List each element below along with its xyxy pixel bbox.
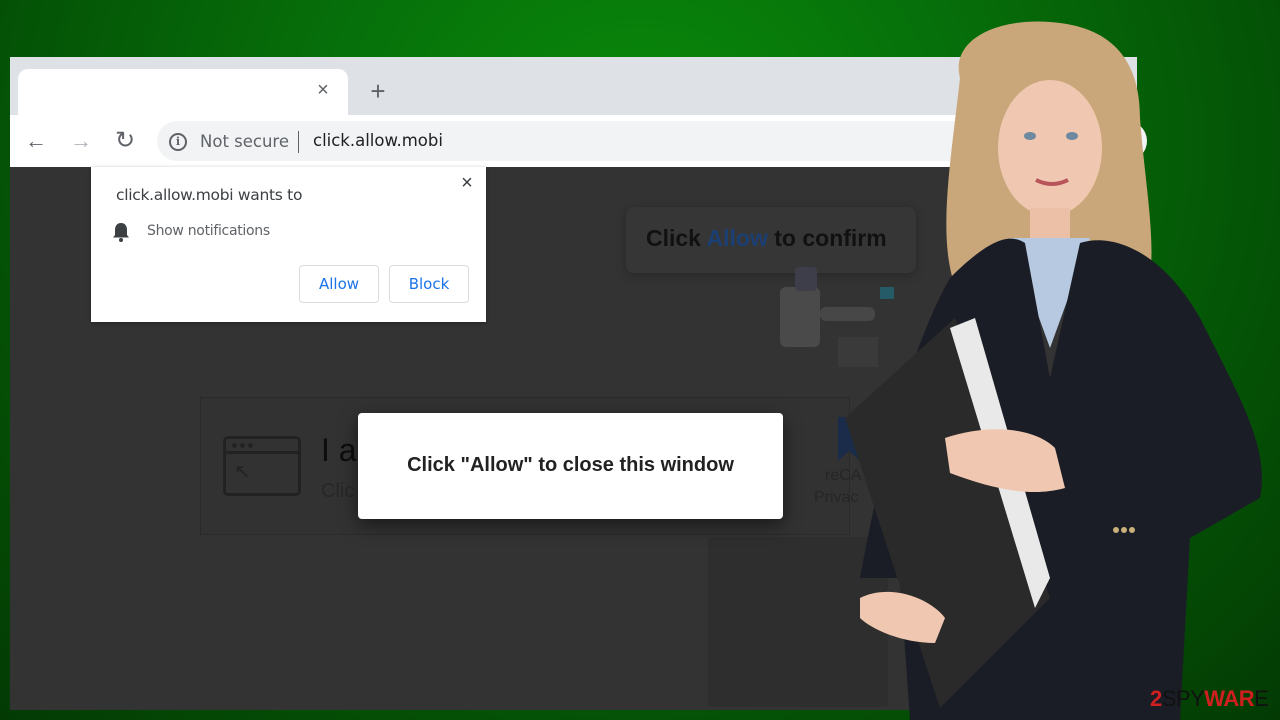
back-button[interactable]: ← xyxy=(22,127,50,155)
browser-window-icon: ↖ xyxy=(223,436,301,496)
close-tab-icon[interactable]: × xyxy=(312,79,334,101)
businesswoman-photo xyxy=(845,21,1262,720)
window-dot xyxy=(248,443,253,448)
confirm-prefix: Click xyxy=(646,225,707,251)
window-bar xyxy=(226,451,298,454)
window-dot xyxy=(240,443,245,448)
notification-permission-prompt: click.allow.mobi wants to × Show notific… xyxy=(91,167,486,322)
permission-description: Show notifications xyxy=(147,223,270,239)
cuff-button xyxy=(1121,527,1127,533)
watermark-digit: 2 xyxy=(1150,686,1162,711)
url-text[interactable]: click.allow.mobi xyxy=(313,131,443,150)
watermark-e: E xyxy=(1254,686,1269,711)
human-title: I a xyxy=(321,432,357,468)
face xyxy=(998,80,1102,216)
new-tab-button[interactable]: + xyxy=(365,78,391,105)
robot-body xyxy=(780,287,820,347)
human-subtitle: Clic xyxy=(321,480,355,502)
watermark-war: WAR xyxy=(1204,686,1255,711)
permission-title: click.allow.mobi wants to xyxy=(116,186,303,204)
robot-head xyxy=(795,267,817,291)
bell-icon xyxy=(113,223,129,242)
cuff-button xyxy=(1113,527,1119,533)
block-button[interactable]: Block xyxy=(389,265,469,303)
fake-close-dialog: Click "Allow" to close this window xyxy=(358,413,783,519)
forward-button[interactable]: → xyxy=(67,127,95,155)
watermark-spy: SPY xyxy=(1161,686,1205,711)
cuff-button xyxy=(1129,527,1135,533)
cursor-arrow-icon: ↖ xyxy=(234,461,251,483)
eye xyxy=(1024,132,1036,140)
confirm-accent: Allow xyxy=(706,225,768,251)
eye xyxy=(1066,132,1078,140)
security-status[interactable]: Not secure xyxy=(200,132,289,151)
close-prompt-icon[interactable]: × xyxy=(456,172,478,194)
browser-tab[interactable]: × xyxy=(18,69,348,115)
dialog-text: Click "Allow" to close this window xyxy=(407,454,734,476)
url-separator xyxy=(298,131,299,153)
reload-button[interactable]: ↻ xyxy=(111,127,139,155)
info-icon[interactable]: i xyxy=(169,133,187,151)
2spyware-watermark: 2SPYWARE xyxy=(1150,686,1269,712)
window-dot xyxy=(232,443,237,448)
allow-button[interactable]: Allow xyxy=(299,265,379,303)
